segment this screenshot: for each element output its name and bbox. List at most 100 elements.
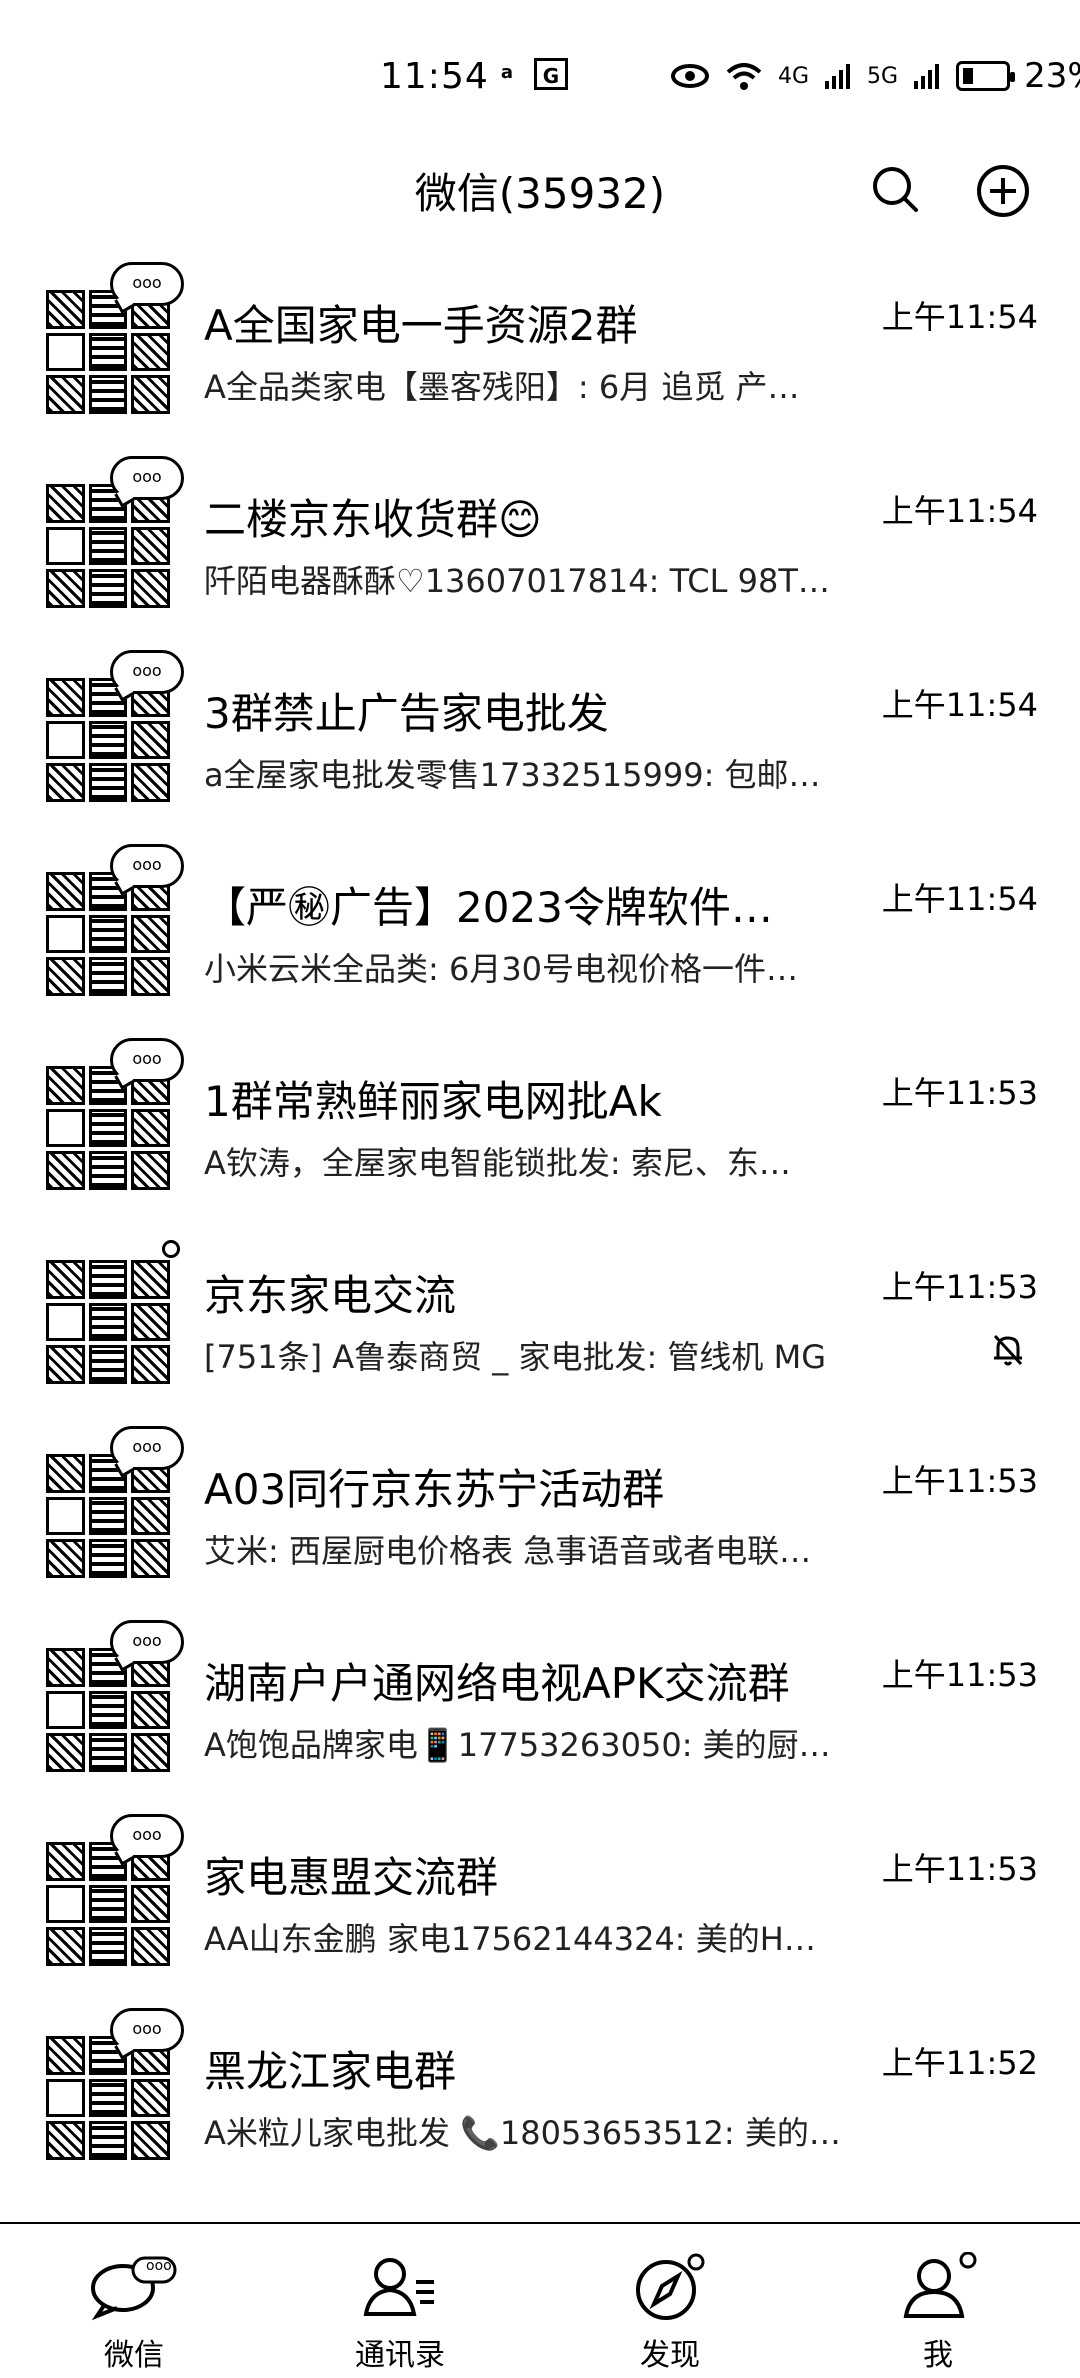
tab-label: 通讯录 <box>355 2338 445 2373</box>
tab-me[interactable]: 我 <box>838 2224 1038 2378</box>
chat-time: 上午11:54 <box>881 492 1038 530</box>
group-avatar <box>46 290 170 414</box>
avatar-tile <box>46 1842 85 1881</box>
group-avatar <box>46 2036 170 2160</box>
avatar-tile <box>46 2036 85 2075</box>
chat-name: 【严㊙广告】2023令牌软件… <box>204 883 773 932</box>
avatar-tile <box>46 1690 85 1730</box>
avatar-tile <box>46 332 85 372</box>
group-avatar <box>46 1066 170 1190</box>
avatar-tile <box>88 2121 128 2160</box>
bubble-badge-icon: ooo <box>110 1620 184 1664</box>
app-notification-icon: a <box>500 62 514 83</box>
status-time: 11:54 <box>380 56 489 97</box>
avatar-tile <box>131 720 170 760</box>
avatar-tile <box>131 1884 170 1924</box>
avatar-tile <box>46 1648 85 1687</box>
avatar-tile <box>131 332 170 372</box>
chat-name: 3群禁止广告家电批发 <box>204 689 609 738</box>
chat-time: 上午11:53 <box>881 1074 1038 1112</box>
avatar-tile <box>88 569 128 608</box>
tab-contacts[interactable]: 通讯录 <box>300 2224 500 2378</box>
chat-list-item[interactable]: 京东家电交流 [751条] A鲁泰商贸 _ 家电批发: 管线机 MG 上午11:53 <box>0 1232 1080 1426</box>
chat-last-message: 艾米: 西屋厨电价格表 急事语音或者电联… <box>204 1532 812 1570</box>
chat-time: 上午11:54 <box>881 880 1038 918</box>
chat-time: 上午11:53 <box>881 1268 1038 1306</box>
game-notification-icon: G <box>534 58 568 90</box>
chat-last-message: 阡陌电器酥酥♡13607017814: TCL 98T… <box>204 562 830 600</box>
search-icon[interactable] <box>870 164 920 214</box>
group-avatar <box>46 1454 170 1578</box>
avatar-tile <box>88 1539 128 1578</box>
group-avatar <box>46 1842 170 1966</box>
avatar-tile <box>131 1151 170 1190</box>
avatar-tile <box>46 2121 85 2160</box>
chat-name: 1群常熟鲜丽家电网批Ak <box>204 1077 662 1126</box>
avatar-tile <box>46 1345 85 1384</box>
tab-discover[interactable]: 发现 <box>570 2224 770 2378</box>
avatar-tile <box>131 1690 170 1730</box>
avatar-tile <box>46 1539 85 1578</box>
tab-chats[interactable]: ooo 微信 <box>34 2224 234 2378</box>
chat-name: 二楼京东收货群😊 <box>204 495 542 544</box>
avatar-tile <box>46 290 85 329</box>
group-avatar <box>46 1260 170 1384</box>
chat-list-item[interactable]: ooo 【严㊙广告】2023令牌软件… 小米云米全品类: 6月30号电视价格一件… 上… <box>0 844 1080 1038</box>
avatar-tile <box>88 1927 128 1966</box>
status-notification-icons: a G <box>490 58 568 90</box>
chat-time: 上午11:53 <box>881 1850 1038 1888</box>
group-avatar <box>46 678 170 802</box>
battery-icon <box>956 61 1016 91</box>
chat-last-message: A米粒儿家电批发 📞18053653512: 美的… <box>204 2114 841 2152</box>
chat-name: 家电惠盟交流群 <box>204 1853 499 1902</box>
chat-name: A03同行京东苏宁活动群 <box>204 1465 665 1514</box>
avatar-tile <box>88 1733 128 1772</box>
tab-label: 我 <box>923 2338 953 2373</box>
chat-list-item[interactable]: ooo 家电惠盟交流群 AA山东金鹏 家电17562144324: 美的H… 上午11… <box>0 1814 1080 2008</box>
avatar-tile <box>46 1496 85 1536</box>
network-type-1: 4G <box>778 63 810 89</box>
chat-list-item[interactable]: ooo 湖南户户通网络电视APK交流群 A饱饱品牌家电📱17753263050: 美… <box>0 1620 1080 1814</box>
bubble-badge-icon: ooo <box>110 2008 184 2052</box>
avatar-tile <box>88 1260 128 1299</box>
avatar-tile <box>88 1302 128 1342</box>
chat-list-item[interactable]: ooo A全国家电一手资源2群 A全品类家电【墨客残阳】: 6月 追觅 产… 上午11… <box>0 262 1080 456</box>
avatar-tile <box>46 569 85 608</box>
chat-list-item[interactable]: ooo 1群常熟鲜丽家电网批Ak A钦涛，全屋家电智能锁批发: 索尼、东… 上午11:… <box>0 1038 1080 1232</box>
chat-list-item[interactable]: ooo 3群禁止广告家电批发 a全屋家电批发零售17332515999: 包邮… 上午… <box>0 650 1080 844</box>
avatar-tile <box>46 1260 85 1299</box>
avatar-tile <box>131 1496 170 1536</box>
chat-list-item[interactable]: ooo 二楼京东收货群😊 阡陌电器酥酥♡13607017814: TCL 98T… 上… <box>0 456 1080 650</box>
avatar-tile <box>88 1108 128 1148</box>
group-avatar <box>46 1648 170 1772</box>
add-icon[interactable] <box>976 164 1030 218</box>
avatar-tile <box>88 332 128 372</box>
avatar-tile <box>46 720 85 760</box>
chat-last-message: AA山东金鹏 家电17562144324: 美的H… <box>204 1920 816 1958</box>
contacts-icon <box>363 2258 434 2316</box>
avatar-tile <box>131 569 170 608</box>
eye-icon <box>671 64 709 88</box>
avatar-tile <box>46 914 85 954</box>
avatar-tile <box>46 1454 85 1493</box>
avatar-tile <box>46 872 85 911</box>
chat-list-item[interactable]: ooo A03同行京东苏宁活动群 艾米: 西屋厨电价格表 急事语音或者电联… 上午11… <box>0 1426 1080 1620</box>
bubble-badge-icon: ooo <box>110 1038 184 1082</box>
chat-last-message: 小米云米全品类: 6月30号电视价格一件… <box>204 950 799 988</box>
chat-time: 上午11:52 <box>881 2044 1038 2082</box>
avatar-tile <box>88 763 128 802</box>
chat-list-item[interactable]: ooo 黑龙江家电群 A米粒儿家电批发 📞18053653512: 美的… 上午11:… <box>0 2008 1080 2202</box>
avatar-tile <box>46 526 85 566</box>
tab-chats-badge: ooo <box>146 2258 172 2274</box>
avatar-tile <box>88 914 128 954</box>
chat-last-message: A全品类家电【墨客残阳】: 6月 追觅 产… <box>204 368 800 406</box>
chat-last-message: [751条] A鲁泰商贸 _ 家电批发: 管线机 MG <box>204 1338 826 1376</box>
avatar-tile <box>131 2121 170 2160</box>
mute-bell-icon <box>993 1334 1023 1366</box>
avatar-tile <box>131 1260 170 1299</box>
chat-last-message: A钦涛，全屋家电智能锁批发: 索尼、东… <box>204 1144 791 1182</box>
avatar-tile <box>131 375 170 414</box>
avatar-tile <box>88 2078 128 2118</box>
chat-last-message: A饱饱品牌家电📱17753263050: 美的厨… <box>204 1726 831 1764</box>
avatar-tile <box>131 1539 170 1578</box>
